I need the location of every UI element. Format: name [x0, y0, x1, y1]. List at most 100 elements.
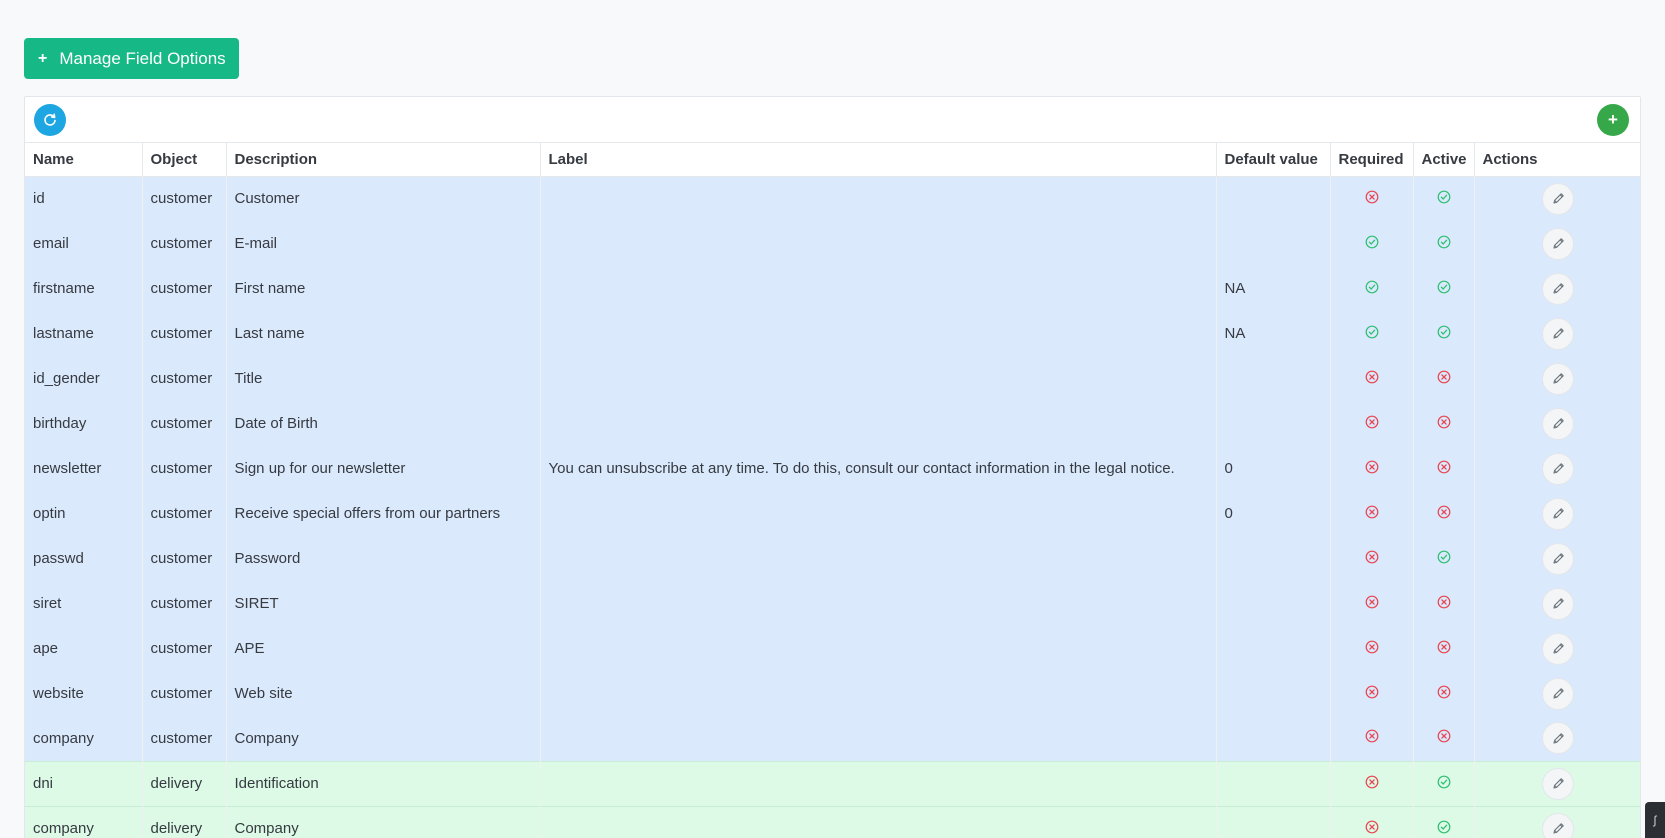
column-header-label[interactable]: Label [540, 143, 1217, 177]
x-circle-icon[interactable] [1365, 685, 1379, 703]
x-circle-icon[interactable] [1365, 415, 1379, 433]
edit-button[interactable] [1542, 452, 1575, 485]
column-header-name[interactable]: Name [25, 143, 143, 177]
column-header-object[interactable]: Object [142, 143, 227, 177]
check-circle-icon[interactable] [1365, 280, 1379, 298]
cell-object: customer [142, 536, 227, 581]
cell-required[interactable] [1330, 581, 1414, 626]
edit-button[interactable] [1542, 227, 1575, 260]
cell-active[interactable] [1413, 221, 1475, 266]
cell-active[interactable] [1413, 805, 1475, 838]
column-header-description[interactable]: Description [226, 143, 541, 177]
edit-button[interactable] [1542, 182, 1575, 215]
x-circle-icon[interactable] [1437, 370, 1451, 388]
cell-active[interactable] [1413, 671, 1475, 716]
x-circle-icon[interactable] [1437, 415, 1451, 433]
cell-required[interactable] [1330, 401, 1414, 446]
check-circle-icon[interactable] [1437, 775, 1451, 793]
edit-button[interactable] [1542, 722, 1575, 755]
manage-field-options-button[interactable]: + Manage Field Options [24, 38, 239, 79]
cell-active[interactable] [1413, 311, 1475, 356]
cell-active[interactable] [1413, 760, 1475, 806]
x-circle-icon[interactable] [1437, 595, 1451, 613]
cell-required[interactable] [1330, 760, 1414, 806]
cell-required[interactable] [1330, 671, 1414, 716]
x-circle-icon[interactable] [1365, 190, 1379, 208]
check-circle-icon[interactable] [1437, 190, 1451, 208]
cell-active[interactable] [1413, 446, 1475, 491]
x-circle-icon[interactable] [1437, 505, 1451, 523]
cell-required[interactable] [1330, 626, 1414, 671]
check-circle-icon[interactable] [1365, 235, 1379, 253]
check-circle-icon[interactable] [1437, 820, 1451, 838]
edit-button[interactable] [1542, 767, 1575, 800]
check-circle-icon[interactable] [1437, 550, 1451, 568]
cell-required[interactable] [1330, 716, 1414, 761]
manage-field-options-label: Manage Field Options [59, 48, 226, 68]
x-circle-icon[interactable] [1365, 640, 1379, 658]
check-circle-icon[interactable] [1437, 325, 1451, 343]
cell-required[interactable] [1330, 266, 1414, 311]
edit-button[interactable] [1542, 362, 1575, 395]
cell-required[interactable] [1330, 491, 1414, 536]
cell-active[interactable] [1413, 716, 1475, 761]
cell-description: Receive special offers from our partners [226, 491, 541, 536]
edit-button[interactable] [1542, 407, 1575, 440]
x-circle-icon[interactable] [1437, 460, 1451, 478]
edit-button[interactable] [1542, 812, 1575, 838]
cell-active[interactable] [1413, 356, 1475, 401]
x-circle-icon[interactable] [1437, 685, 1451, 703]
x-circle-icon[interactable] [1437, 729, 1451, 747]
cell-default-value [1216, 356, 1331, 401]
cell-required[interactable] [1330, 536, 1414, 581]
column-header-default-value[interactable]: Default value [1216, 143, 1331, 177]
x-circle-icon[interactable] [1365, 550, 1379, 568]
cell-required[interactable] [1330, 446, 1414, 491]
refresh-button[interactable] [34, 104, 66, 136]
cell-active[interactable] [1413, 491, 1475, 536]
column-header-active[interactable]: Active [1413, 143, 1475, 177]
cell-required[interactable] [1330, 356, 1414, 401]
x-circle-icon[interactable] [1365, 729, 1379, 747]
table-row: website customer Web site [25, 671, 1640, 716]
x-circle-icon[interactable] [1365, 460, 1379, 478]
cell-default-value: NA [1216, 311, 1331, 356]
debug-toolbar-toggle[interactable]: ʃ [1645, 802, 1665, 838]
cell-active[interactable] [1413, 266, 1475, 311]
edit-button[interactable] [1542, 677, 1575, 710]
cell-label [540, 671, 1217, 716]
add-field-button[interactable]: + [1597, 104, 1629, 136]
cell-object: customer [142, 581, 227, 626]
check-circle-icon[interactable] [1437, 280, 1451, 298]
cell-required[interactable] [1330, 805, 1414, 838]
cell-active[interactable] [1413, 626, 1475, 671]
edit-button[interactable] [1542, 587, 1575, 620]
cell-required[interactable] [1330, 311, 1414, 356]
cell-required[interactable] [1330, 221, 1414, 266]
edit-button[interactable] [1542, 497, 1575, 530]
edit-button[interactable] [1542, 272, 1575, 305]
edit-button[interactable] [1542, 542, 1575, 575]
check-circle-icon[interactable] [1437, 235, 1451, 253]
cell-active[interactable] [1413, 401, 1475, 446]
x-circle-icon[interactable] [1365, 595, 1379, 613]
edit-button[interactable] [1542, 317, 1575, 350]
cell-description: Password [226, 536, 541, 581]
cell-name: optin [25, 491, 143, 536]
x-circle-icon[interactable] [1365, 820, 1379, 838]
column-header-required[interactable]: Required [1330, 143, 1414, 177]
x-circle-icon[interactable] [1437, 640, 1451, 658]
x-circle-icon[interactable] [1365, 505, 1379, 523]
cell-active[interactable] [1413, 536, 1475, 581]
cell-active[interactable] [1413, 176, 1475, 221]
pencil-icon [1551, 461, 1566, 476]
cell-default-value [1216, 805, 1331, 838]
cell-required[interactable] [1330, 176, 1414, 221]
cell-default-value [1216, 536, 1331, 581]
cell-default-value [1216, 221, 1331, 266]
cell-active[interactable] [1413, 581, 1475, 626]
edit-button[interactable] [1542, 632, 1575, 665]
check-circle-icon[interactable] [1365, 325, 1379, 343]
x-circle-icon[interactable] [1365, 775, 1379, 793]
x-circle-icon[interactable] [1365, 370, 1379, 388]
